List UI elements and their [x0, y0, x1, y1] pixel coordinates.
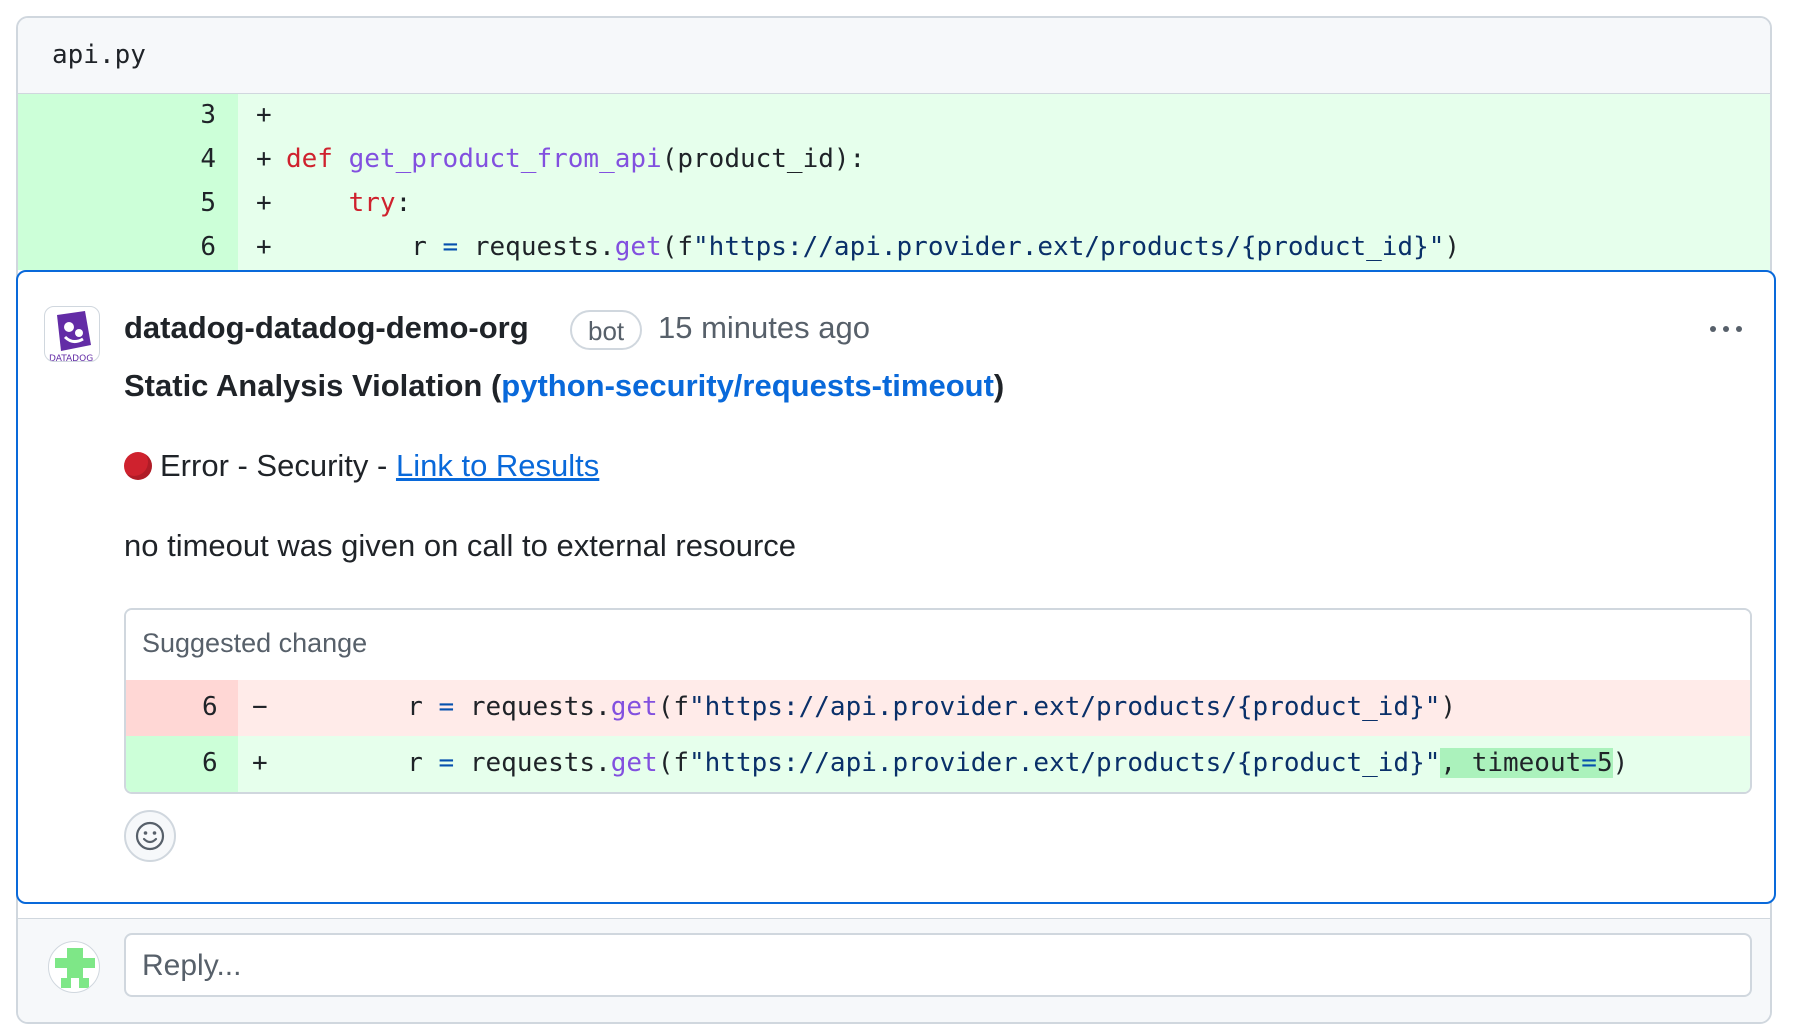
line-number[interactable]: 4	[200, 144, 216, 174]
results-link[interactable]: Link to Results	[396, 448, 599, 483]
file-name[interactable]: api.py	[52, 40, 146, 70]
status-line: Error - Security - Link to Results	[124, 448, 599, 484]
reply-area: Reply...	[18, 918, 1770, 1022]
code-text: r = requests.get(f"https://api.provider.…	[282, 692, 1457, 722]
diff-line: 5 + try:	[18, 182, 1770, 226]
diff-line: 6 + r = requests.get(f"https://api.provi…	[18, 226, 1770, 270]
line-number[interactable]: 5	[200, 188, 216, 218]
identicon-icon	[55, 948, 95, 988]
datadog-logo-icon: DATADOG	[49, 311, 93, 362]
diff-sign: +	[256, 144, 272, 174]
svg-text:DATADOG: DATADOG	[49, 354, 93, 362]
diff-sign: +	[252, 748, 268, 778]
suggested-change-label: Suggested change	[142, 628, 368, 658]
added-line: 6 + r = requests.get(f"https://api.provi…	[126, 736, 1750, 792]
removed-line: 6 − r = requests.get(f"https://api.provi…	[126, 680, 1750, 736]
code-text: r = requests.get(f"https://api.provider.…	[286, 232, 1461, 262]
code-text: r = requests.get(f"https://api.provider.…	[282, 748, 1629, 778]
user-avatar[interactable]	[48, 941, 100, 993]
smiley-icon	[135, 821, 165, 851]
diff-line: 4 + def get_product_from_api(product_id)…	[18, 138, 1770, 182]
more-options-button[interactable]	[1698, 308, 1754, 348]
file-header: api.py	[18, 18, 1770, 94]
diff-sign: +	[256, 232, 272, 262]
reply-input[interactable]: Reply...	[124, 933, 1752, 997]
line-number: 6	[202, 748, 218, 778]
violation-message: no timeout was given on call to external…	[124, 528, 797, 563]
rule-link[interactable]: python-security/requests-timeout	[501, 368, 994, 403]
code-text: try:	[348, 188, 412, 218]
line-number[interactable]: 3	[200, 100, 216, 130]
diff-line: 3 +	[18, 94, 1770, 138]
diff-sign: +	[256, 100, 272, 130]
review-comment: DATADOG datadog-datadog-demo-org bot 15 …	[16, 270, 1776, 904]
comment-timestamp[interactable]: 15 minutes ago	[658, 310, 870, 346]
add-reaction-button[interactable]	[124, 810, 176, 862]
code-text: def get_product_from_api(product_id):	[286, 144, 866, 174]
bot-badge: bot	[570, 310, 643, 350]
suggested-change-header: Suggested change	[126, 610, 1750, 681]
line-number: 6	[202, 692, 218, 722]
diff-sign: +	[256, 188, 272, 218]
bot-avatar[interactable]: DATADOG	[44, 306, 100, 362]
comment-author[interactable]: datadog-datadog-demo-org	[124, 310, 529, 346]
line-number[interactable]: 6	[200, 232, 216, 262]
error-circle-icon	[124, 452, 152, 480]
suggested-change: Suggested change 6 − r = requests.get(f"…	[124, 608, 1752, 794]
diff-sign: −	[252, 692, 268, 722]
comment-title: Static Analysis Violation (python-securi…	[124, 368, 1005, 403]
